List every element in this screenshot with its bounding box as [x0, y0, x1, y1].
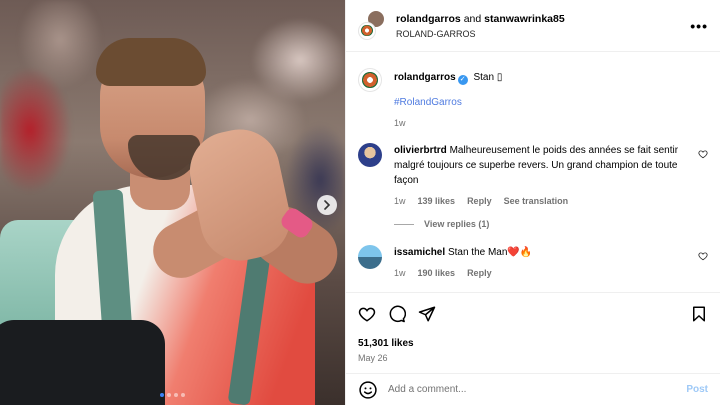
- comment-heart-icon[interactable]: [698, 149, 708, 159]
- reply-button[interactable]: Reply: [467, 266, 492, 281]
- comment-bubble-icon[interactable]: [388, 305, 406, 323]
- comment-meta: 1w 139 likes Reply See translation: [394, 194, 686, 209]
- carousel-dot: [160, 393, 164, 397]
- post-header: rolandgarros and stanwawrinka85 ROLAND-G…: [346, 0, 720, 52]
- view-replies-button[interactable]: View replies (1): [394, 219, 708, 229]
- caption-avatar[interactable]: [358, 68, 382, 92]
- post-side-panel: rolandgarros and stanwawrinka85 ROLAND-G…: [345, 0, 720, 405]
- like-heart-icon[interactable]: [358, 305, 376, 323]
- comment-item: issamichel Stan the Man❤️🔥 1w 190 likes …: [358, 245, 708, 281]
- collaborator-username[interactable]: stanwawrinka85: [484, 13, 565, 25]
- post-actions: 51,301 likes May 26: [346, 292, 720, 363]
- likes-count[interactable]: 51,301 likes: [358, 338, 708, 349]
- save-bookmark-icon[interactable]: [690, 305, 708, 323]
- more-options-button[interactable]: •••: [690, 18, 708, 34]
- comment-likes[interactable]: 190 likes: [418, 266, 456, 281]
- comment-time[interactable]: 1w: [394, 194, 406, 209]
- carousel-dots: [0, 393, 345, 397]
- see-translation-button[interactable]: See translation: [504, 194, 569, 209]
- comment-body: olivierbrtrd Malheureusement le poids de…: [394, 143, 708, 209]
- comments-section: rolandgarros ✓ Stan ▯ #RolandGarros 1w ol…: [346, 52, 720, 292]
- comment-username[interactable]: olivierbrtrd: [394, 145, 447, 156]
- player-hair: [96, 38, 206, 86]
- share-paper-plane-icon[interactable]: [418, 305, 436, 323]
- carousel-dot: [167, 393, 171, 397]
- collab-avatars[interactable]: [358, 9, 386, 40]
- comment-body: issamichel Stan the Man❤️🔥 1w 190 likes …: [394, 245, 708, 281]
- comment-heart-icon[interactable]: [698, 251, 708, 261]
- add-comment-bar: Post: [346, 373, 720, 405]
- more-icon: •••: [690, 17, 708, 34]
- comment-likes[interactable]: 139 likes: [418, 194, 456, 209]
- view-replies-label: View replies (1): [424, 219, 490, 229]
- comment-username[interactable]: issamichel: [394, 247, 445, 258]
- comment-text: Stan the Man: [447, 247, 508, 258]
- rolandgarros-avatar[interactable]: [358, 21, 376, 40]
- comment-emoji: ❤️🔥: [507, 247, 533, 258]
- carousel-dot: [181, 393, 185, 397]
- replies-line: [394, 223, 414, 225]
- location-label[interactable]: ROLAND-GARROS: [396, 29, 690, 39]
- caption-trailing-glyph: ▯: [496, 72, 503, 83]
- post-photo[interactable]: [0, 0, 345, 405]
- carousel-next-button[interactable]: [317, 195, 337, 215]
- comment-item: olivierbrtrd Malheureusement le poids de…: [358, 143, 708, 209]
- commenter-avatar[interactable]: [358, 245, 382, 269]
- emoji-smiley-icon[interactable]: [358, 380, 378, 400]
- caption-body: rolandgarros ✓ Stan ▯ #RolandGarros 1w: [394, 68, 502, 130]
- header-text: rolandgarros and stanwawrinka85 ROLAND-G…: [396, 13, 690, 39]
- action-icons-row: [358, 303, 708, 325]
- chevron-right-icon: [324, 200, 331, 210]
- caption-time[interactable]: 1w: [394, 116, 406, 130]
- author-username[interactable]: rolandgarros: [396, 13, 461, 25]
- carousel-dot: [174, 393, 178, 397]
- comment-time[interactable]: 1w: [394, 266, 406, 281]
- header-names: rolandgarros and stanwawrinka85: [396, 13, 690, 25]
- caption-meta: 1w: [394, 116, 502, 130]
- caption-text: Stan: [473, 72, 495, 83]
- comment-meta: 1w 190 likes Reply: [394, 266, 686, 281]
- commenter-avatar[interactable]: [358, 143, 382, 167]
- caption-username[interactable]: rolandgarros: [394, 72, 456, 83]
- hashtag-link[interactable]: #RolandGarros: [394, 96, 502, 110]
- comment-input[interactable]: [388, 384, 679, 395]
- post-caption: rolandgarros ✓ Stan ▯ #RolandGarros 1w: [358, 68, 708, 130]
- post-date[interactable]: May 26: [358, 353, 708, 363]
- post-comment-button[interactable]: Post: [686, 384, 708, 395]
- verified-badge-icon: ✓: [457, 75, 468, 85]
- reply-button[interactable]: Reply: [467, 194, 492, 209]
- connector-text: and: [463, 12, 482, 25]
